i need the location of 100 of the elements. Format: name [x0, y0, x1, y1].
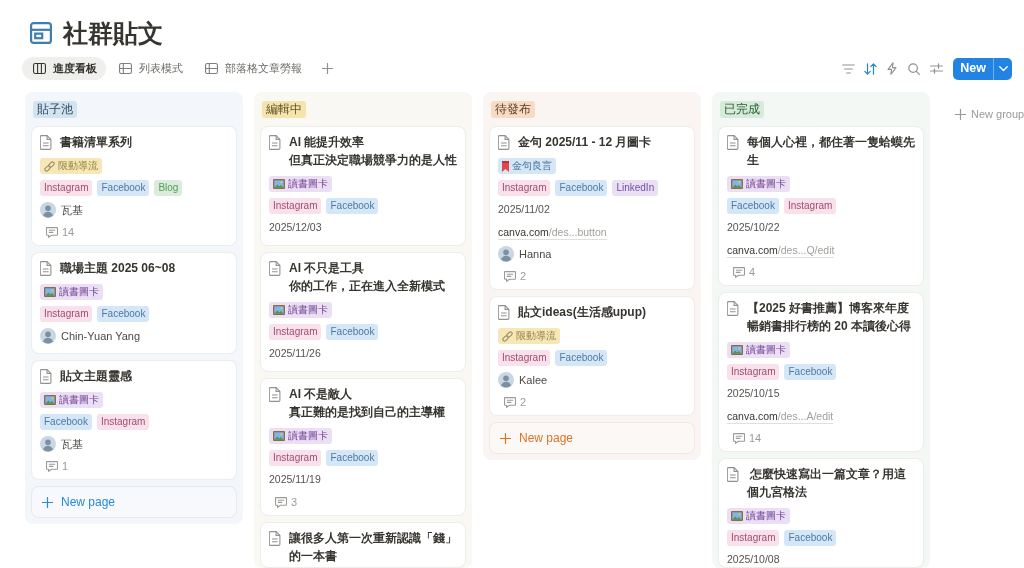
platform-tag: Instagram	[269, 198, 322, 214]
group-label: 貼子池	[33, 100, 77, 118]
comment-icon	[275, 496, 287, 508]
avatar-icon	[498, 246, 514, 262]
comment-count: 3	[291, 494, 298, 510]
board-card[interactable]: AI 不是敵人 真正難的是找到自己的主導權 讀書圖卡 Instagram Facebook 2025/11/19 3	[260, 378, 466, 516]
view-tab[interactable]: 進度看板	[22, 57, 106, 80]
platform-tag: Instagram	[269, 450, 322, 466]
plus-icon	[500, 432, 511, 444]
category-label: 讀書圖卡	[746, 509, 786, 523]
comment-icon	[504, 270, 516, 282]
new-page-button[interactable]: New page	[31, 486, 237, 518]
card-title: 讓很多人第一次重新認識「錢」的一本書	[289, 530, 458, 565]
comment-icon	[733, 266, 745, 278]
lightning-icon[interactable]	[887, 62, 898, 75]
avatar-icon	[498, 372, 514, 388]
board-icon	[33, 63, 46, 74]
board-card[interactable]: AI 能提升效率 但真正決定職場競爭力的是人性 讀書圖卡 Instagram Facebook 2025/12/03	[260, 126, 466, 246]
card-title: 你的工作，正在進入全新模式	[289, 278, 446, 295]
link[interactable]: canva.com/des...button	[498, 224, 607, 240]
board-card[interactable]: 貼文主題靈感 讀書圖卡 Facebook Instagram 瓦基 1	[31, 360, 237, 480]
dropdown-button[interactable]	[993, 57, 1012, 80]
card-title: 金句 2025/11 - 12 月圖卡	[518, 134, 653, 151]
platform-tag: Facebook	[40, 414, 92, 430]
date-text: 2025/12/03	[269, 220, 322, 236]
comment-icon	[46, 460, 58, 472]
comment-icon	[46, 226, 58, 238]
picture-icon	[731, 179, 743, 189]
card-title: AI 不只是工具	[289, 260, 366, 277]
platform-tag: Facebook	[326, 324, 379, 340]
platform-tag: Instagram	[783, 198, 837, 214]
picture-icon	[273, 305, 285, 315]
comment-count: 14	[749, 430, 762, 446]
picture-icon	[44, 395, 56, 405]
window-icon	[30, 22, 52, 44]
category-label: 金句良言	[512, 159, 552, 173]
date-text: 2025/10/15	[727, 386, 780, 402]
link[interactable]: canva.com/des...A/edit	[727, 408, 834, 424]
document-icon	[40, 369, 52, 384]
picture-icon	[273, 431, 285, 441]
plus-icon[interactable]	[322, 63, 333, 74]
board-card[interactable]: AI 不只是工具 你的工作，正在進入全新模式 讀書圖卡 Instagram Facebook 2025/11/26	[260, 252, 466, 372]
filter-icon[interactable]	[841, 63, 855, 74]
view-tab[interactable]: 部落格文章勞報	[194, 57, 311, 80]
date-text: 2025/10/08	[727, 552, 780, 567]
platform-tag: Instagram	[727, 364, 780, 380]
board-card[interactable]: 【2025 好書推薦】博客來年度暢銷書排行榜的 20 本讀後心得 讀書圖卡 Instagram Facebook 2025/10/15 canva.com/des...A/edit 14	[718, 292, 924, 452]
bookmark-icon	[502, 160, 509, 172]
board-card[interactable]: 貼文ideas(生活感upup) 限動導流 Instagram Facebook Kalee 2	[489, 296, 695, 416]
platform-tag: Instagram	[498, 350, 551, 366]
board-card[interactable]: 金句 2025/11 - 12 月圖卡 金句良言 Instagram Facebook LinkedIn 2025/11/02 canva.com/des...button Hanna 2	[489, 126, 695, 290]
card-title: AI 不是敵人	[289, 386, 354, 403]
card-title: 【2025 好書推薦】博客來年度暢銷書排行榜的 20 本讀後心得	[747, 300, 912, 335]
view-tab[interactable]: 列表模式	[108, 57, 192, 80]
platform-tag: Instagram	[40, 180, 93, 196]
card-title: AI 能提升效率	[289, 134, 366, 151]
group-label: 已完成	[720, 100, 764, 118]
document-icon	[40, 261, 52, 276]
document-icon	[40, 135, 52, 150]
search-icon[interactable]	[908, 62, 921, 75]
group-label: 待發布	[491, 100, 535, 118]
card-title: 貼文ideas(生活感upup)	[518, 304, 647, 321]
board-card[interactable]: 每個人心裡，都住著一隻蛤蟆先生 讀書圖卡 Facebook Instagram 2025/10/22 canva.com/des...Q/edit 4	[718, 126, 924, 286]
avatar-icon	[40, 436, 56, 452]
document-icon	[269, 387, 281, 402]
card-title: 書籍清單系列	[60, 134, 133, 151]
platform-tag: Facebook	[326, 198, 379, 214]
platform-tag: Instagram	[40, 306, 93, 322]
date-text: 2025/11/19	[269, 472, 321, 488]
avatar-icon	[40, 328, 56, 344]
board-card[interactable]: 讓很多人第一次重新認識「錢」的一本書	[260, 522, 466, 568]
document-icon	[727, 467, 739, 482]
card-title: 每個人心裡，都住著一隻蛤蟆先生	[747, 134, 916, 169]
group-label: 編輯中	[262, 100, 306, 118]
category-label: 讀書圖卡	[59, 285, 99, 299]
link[interactable]: canva.com/des...Q/edit	[727, 242, 835, 258]
card-title: 怎麼快速寫出一篇文章？用這個九宮格法	[747, 466, 908, 501]
platform-tag: Facebook	[326, 450, 379, 466]
document-icon	[727, 301, 739, 316]
platform-tag: Instagram	[727, 530, 780, 546]
platform-tag: Facebook	[727, 198, 779, 214]
date-text: 2025/10/22	[727, 220, 780, 236]
board-card[interactable]: 職場主題 2025 06~08 讀書圖卡 Instagram Facebook Chin-Yuan Yang	[31, 252, 237, 354]
board-card[interactable]: 書籍清單系列 限動導流 Instagram Facebook Blog 瓦基 14	[31, 126, 237, 246]
table-icon	[119, 63, 132, 74]
person-name: 瓦基	[61, 202, 83, 218]
platform-tag: LinkedIn	[612, 180, 659, 196]
category-label: 讀書圖卡	[288, 177, 328, 191]
sort-icon[interactable]	[863, 62, 877, 75]
category-label: 讀書圖卡	[288, 429, 328, 443]
sliders-icon[interactable]	[929, 63, 943, 74]
category-label: 限動導流	[516, 329, 556, 343]
new-button[interactable]: New	[953, 57, 993, 80]
comment-count: 14	[62, 224, 75, 240]
caret-icon	[998, 65, 1008, 72]
comment-count: 4	[749, 264, 756, 280]
plus-icon	[955, 108, 966, 120]
comment-count: 2	[520, 394, 527, 410]
board-card[interactable]: 怎麼快速寫出一篇文章？用這個九宮格法 讀書圖卡 Instagram Facebook 2025/10/08	[718, 458, 924, 568]
platform-tag: Facebook	[555, 350, 608, 366]
